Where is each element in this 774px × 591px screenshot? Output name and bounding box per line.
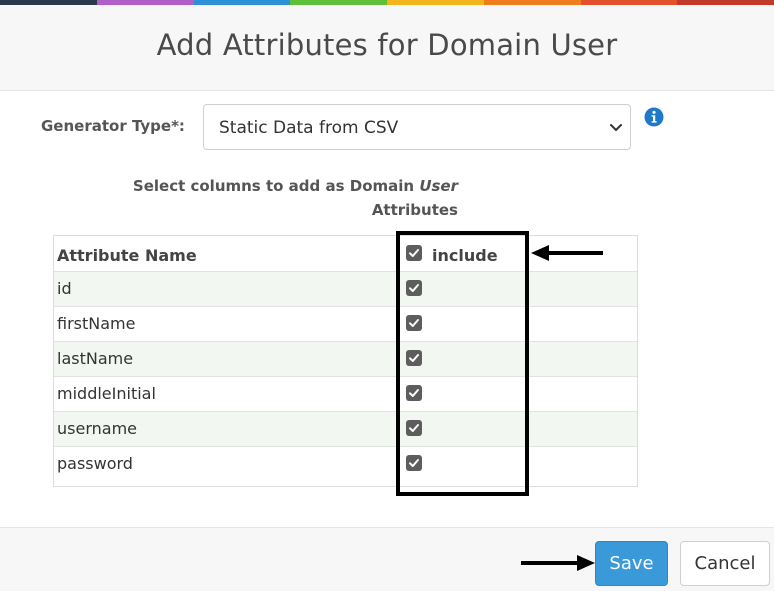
dialog-title: Add Attributes for Domain User bbox=[156, 28, 618, 62]
attribute-name-cell: middleInitial bbox=[57, 384, 156, 403]
table-row: firstName bbox=[54, 306, 637, 341]
table-row: password bbox=[54, 446, 637, 481]
column-header-attribute-name: Attribute Name bbox=[57, 246, 197, 265]
table-row: lastName bbox=[54, 341, 637, 376]
table-row: middleInitial bbox=[54, 376, 637, 411]
arrow-right-icon bbox=[521, 555, 595, 571]
cancel-button[interactable]: Cancel bbox=[680, 541, 770, 586]
include-column-highlight bbox=[396, 231, 529, 496]
arrow-left-icon bbox=[531, 245, 603, 261]
chevron-down-icon bbox=[610, 124, 622, 131]
attribute-name-cell: firstName bbox=[57, 314, 136, 333]
dialog-header: Add Attributes for Domain User bbox=[0, 5, 774, 91]
generator-type-select[interactable]: Static Data from CSV bbox=[203, 104, 631, 150]
columns-instruction: Select columns to add as Domain User Att… bbox=[132, 177, 458, 219]
info-icon[interactable] bbox=[644, 107, 664, 127]
instruction-italic: User bbox=[419, 177, 458, 195]
save-button[interactable]: Save bbox=[595, 541, 668, 586]
attribute-name-cell: password bbox=[57, 454, 133, 473]
table-row: id bbox=[54, 271, 637, 306]
attribute-name-cell: lastName bbox=[57, 349, 134, 368]
table-row: username bbox=[54, 411, 637, 446]
attribute-name-cell: username bbox=[57, 419, 137, 438]
attributes-table: Attribute Name include id firstName lastNa… bbox=[53, 235, 638, 487]
generator-type-value: Static Data from CSV bbox=[219, 118, 399, 138]
attribute-name-cell: id bbox=[57, 279, 72, 298]
generator-type-label: Generator Type*: bbox=[41, 117, 185, 135]
